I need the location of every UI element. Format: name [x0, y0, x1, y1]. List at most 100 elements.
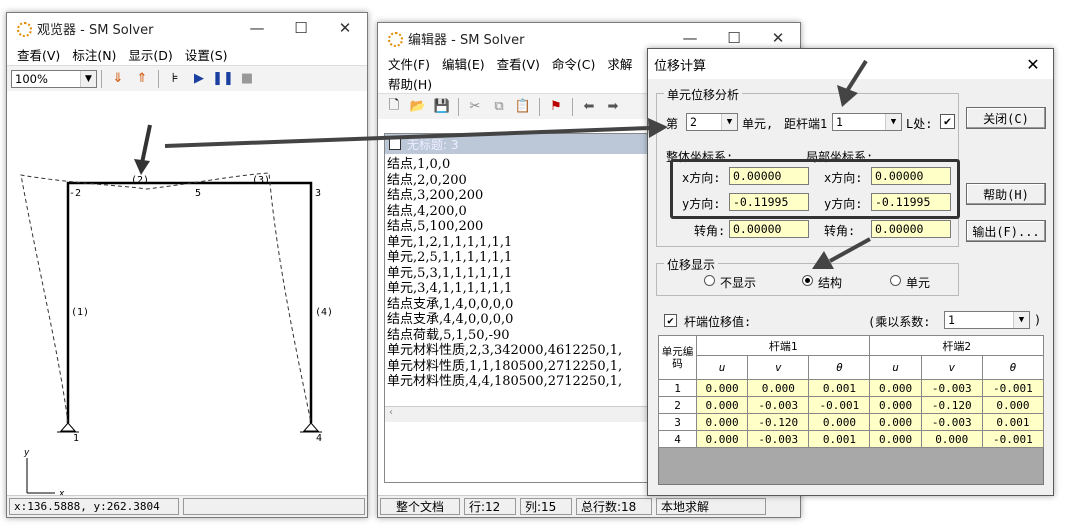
head-u: u [695, 355, 749, 380]
help-button[interactable]: 帮助(H) [966, 183, 1046, 205]
step-icon[interactable]: ⊧ [166, 70, 184, 88]
cut-icon[interactable]: ✂ [466, 98, 484, 116]
head-theta: θ [981, 355, 1045, 380]
minimize-icon[interactable]: — [235, 19, 279, 37]
support-1 [57, 422, 79, 433]
open-folder-icon[interactable]: 📂 [409, 98, 427, 116]
close-icon[interactable]: ✕ [1013, 55, 1053, 74]
node-label: 3 [315, 188, 321, 199]
element-select[interactable]: 2 ▼ [686, 113, 738, 131]
menu-settings[interactable]: 设置(S) [185, 45, 228, 64]
status-total: 总行数:18 [576, 498, 652, 515]
forward-arrow-icon[interactable]: ➡ [604, 98, 622, 116]
global-rot-field: 0.00000 [729, 220, 809, 238]
menu-display[interactable]: 显示(D) [128, 45, 172, 64]
elem-suffix: 单元, [742, 117, 774, 131]
stop-icon[interactable]: ■ [238, 70, 256, 88]
save-icon[interactable]: 💾 [433, 98, 451, 116]
dialog-titlebar: 位移计算 ✕ [648, 49, 1053, 79]
annotation-arrow [140, 124, 152, 164]
radio-none-label: 不显示 [720, 276, 757, 290]
l-checkbox[interactable]: ✔ [940, 114, 955, 129]
element-label: (4) [315, 307, 333, 318]
viewer-titlebar: 观览器 - SM Solver — ☐ ✕ [7, 13, 367, 43]
menu-solve[interactable]: 求解 [607, 54, 632, 73]
viewer-window: 观览器 - SM Solver — ☐ ✕ 查看(V) 标注(N) 显示(D) … [6, 12, 368, 518]
factor-select[interactable]: 1 ▼ [944, 311, 1030, 329]
horizontal-scrollbar[interactable]: ‹ [385, 406, 655, 422]
menu-file[interactable]: 文件(F) [388, 54, 430, 73]
status-row: 行:12 [464, 498, 516, 515]
radio-structure[interactable] [802, 275, 813, 286]
end-disp-label: 杆端位移值: [684, 315, 752, 329]
toolbar-separator [458, 97, 459, 116]
group-title: 单元位移分析 [664, 86, 743, 103]
menu-view[interactable]: 查看(V) [497, 54, 540, 73]
head-v: v [920, 355, 983, 380]
radio-element[interactable] [890, 275, 901, 286]
node-label: 5 [195, 188, 201, 199]
element-label: (1) [71, 307, 89, 318]
chevron-down-icon: ▼ [721, 114, 737, 130]
menu-help[interactable]: 帮助(H) [388, 74, 432, 93]
copy-icon[interactable]: ⧉ [490, 98, 508, 116]
highlight-box [670, 159, 960, 219]
menu-command[interactable]: 命令(C) [552, 54, 595, 73]
table-row[interactable]: 1 0.000 0.000 0.001 0.000 -0.003 -0.001 [658, 379, 1045, 397]
check-icon[interactable]: ⚑ [547, 98, 565, 116]
toolbar-separator [101, 69, 102, 88]
new-file-icon[interactable]: 🗋 [385, 98, 403, 116]
distance-select[interactable]: 1 ▼ [832, 113, 902, 131]
close-icon[interactable]: ✕ [756, 29, 800, 47]
close-icon[interactable]: ✕ [323, 19, 367, 37]
back-arrow-icon[interactable]: ⬅ [580, 98, 598, 116]
menu-edit[interactable]: 编辑(E) [442, 54, 485, 73]
factor-close: ) [1034, 313, 1042, 327]
toolbar-separator [539, 97, 540, 116]
toolbar-separator [158, 69, 159, 88]
load-up-icon[interactable]: ⇑ [133, 70, 151, 88]
menu-annotate[interactable]: 标注(N) [72, 45, 116, 64]
menu-view[interactable]: 查看(V) [17, 45, 60, 64]
head-u: u [869, 355, 922, 380]
end-disp-checkbox[interactable]: ✔ [664, 314, 677, 327]
table-row[interactable]: 2 0.000 -0.003 -0.001 0.000 -0.120 0.000 [658, 396, 1045, 414]
output-button[interactable]: 输出(F)... [966, 220, 1046, 242]
local-rot-label: 转角: [824, 224, 856, 238]
viewer-title: 观览器 - SM Solver [37, 22, 154, 38]
displacement-dialog: 位移计算 ✕ 单元位移分析 第 2 ▼ 单元, 距杆端1 1 ▼ L处: ✔ 整… [647, 48, 1054, 496]
node-label: -2 [69, 188, 81, 199]
coord-readout: x:136.5888, y:262.3804 [9, 498, 179, 515]
paste-icon[interactable]: 📋 [514, 98, 532, 116]
y-axis-label: y [23, 448, 30, 458]
editor-statusbar: 整个文档 行:12 列:15 总行数:18 本地求解 [378, 495, 800, 517]
dist-label: 距杆端1 [784, 117, 828, 131]
viewer-toolbar: 100% ▼ ⇓ ⇑ ⊧ ▶ ❚❚ ■ [7, 65, 367, 91]
support-4 [300, 422, 322, 433]
pause-icon[interactable]: ❚❚ [212, 70, 234, 88]
maximize-icon[interactable]: ☐ [712, 29, 756, 47]
table-row[interactable]: 3 0.000 -0.120 0.000 0.000 -0.003 0.001 [658, 413, 1045, 431]
maximize-icon[interactable]: ☐ [279, 19, 323, 37]
l-label: L处: [906, 117, 933, 131]
app-icon [15, 20, 32, 37]
chevron-down-icon: ▼ [1013, 312, 1029, 328]
head-end2: 杆端2 [869, 335, 1044, 356]
radio-structure-label: 结构 [818, 276, 843, 290]
play-icon[interactable]: ▶ [190, 70, 208, 88]
zoom-select[interactable]: 100% ▼ [11, 69, 97, 88]
head-v: v [747, 355, 810, 380]
deformed-shape [20, 172, 312, 424]
minimize-icon[interactable]: — [668, 29, 712, 47]
close-button[interactable]: 关闭(C) [966, 107, 1046, 129]
radio-none[interactable] [704, 275, 715, 286]
load-icon[interactable]: ⇓ [109, 70, 127, 88]
table-row[interactable]: 4 0.000 -0.003 0.001 0.000 0.000 -0.001 [658, 430, 1045, 448]
annotation-arrowhead [134, 159, 150, 175]
dialog-title: 位移计算 [654, 58, 707, 74]
status-scope: 整个文档 [380, 498, 460, 515]
status-pane [183, 498, 365, 515]
chevron-down-icon: ▼ [885, 114, 901, 130]
head-theta: θ [808, 355, 871, 380]
app-icon [386, 30, 403, 47]
